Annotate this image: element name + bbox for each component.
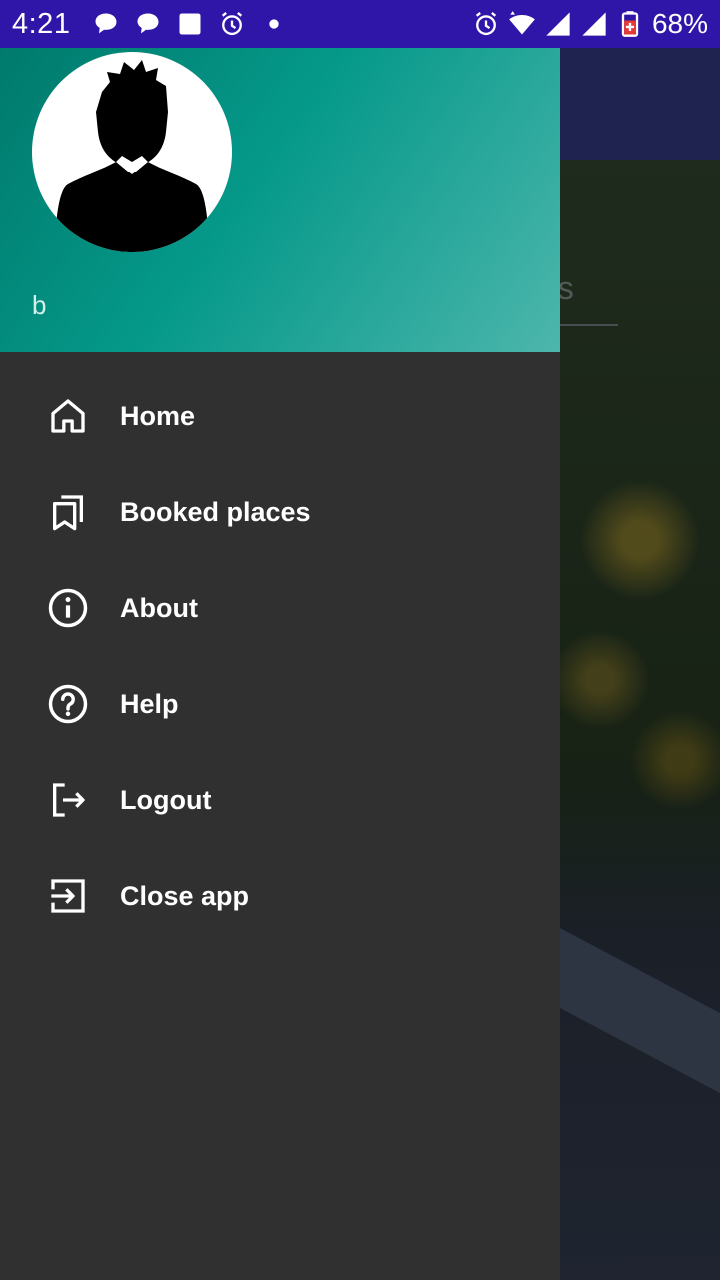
menu-label: Home [120, 400, 196, 431]
battery-percentage: 68% [651, 8, 708, 39]
battery-icon [621, 11, 639, 37]
chat-bubble-icon [95, 13, 117, 34]
person-silhouette-icon [54, 60, 210, 252]
username: b [32, 290, 47, 320]
menu-item-booked-places[interactable]: Booked places [0, 464, 560, 560]
logout-icon [46, 778, 90, 822]
wifi-icon [509, 11, 535, 35]
exit-app-icon [46, 874, 90, 918]
menu-item-close-app[interactable]: Close app [0, 848, 560, 944]
home-icon [46, 394, 90, 438]
bookmarks-icon [46, 490, 90, 534]
help-icon [46, 682, 90, 726]
square-notification-icon [179, 13, 201, 35]
avatar[interactable] [32, 52, 232, 252]
dot-icon [269, 19, 280, 29]
alarm-icon [222, 12, 243, 36]
status-bar: 4:21 68% [0, 0, 720, 48]
signal-icon [582, 12, 606, 36]
menu-item-help[interactable]: Help [0, 656, 560, 752]
menu-label: Booked places [120, 496, 311, 527]
drawer-header: b [0, 48, 560, 352]
menu-item-logout[interactable]: Logout [0, 752, 560, 848]
signal-icon [546, 12, 570, 36]
menu-label: About [120, 592, 198, 623]
navigation-drawer: b Home Booked places About Help Logout C… [0, 48, 560, 1280]
menu-item-home[interactable]: Home [0, 368, 560, 464]
alarm-icon [475, 12, 497, 36]
drawer-menu: Home Booked places About Help Logout Clo… [0, 368, 560, 944]
chat-bubble-icon [137, 13, 159, 34]
menu-label: Close app [120, 880, 250, 911]
menu-label: Logout [120, 784, 212, 815]
menu-label: Help [120, 688, 179, 719]
info-icon [46, 586, 90, 630]
menu-item-about[interactable]: About [0, 560, 560, 656]
status-time: 4:21 [12, 7, 71, 40]
